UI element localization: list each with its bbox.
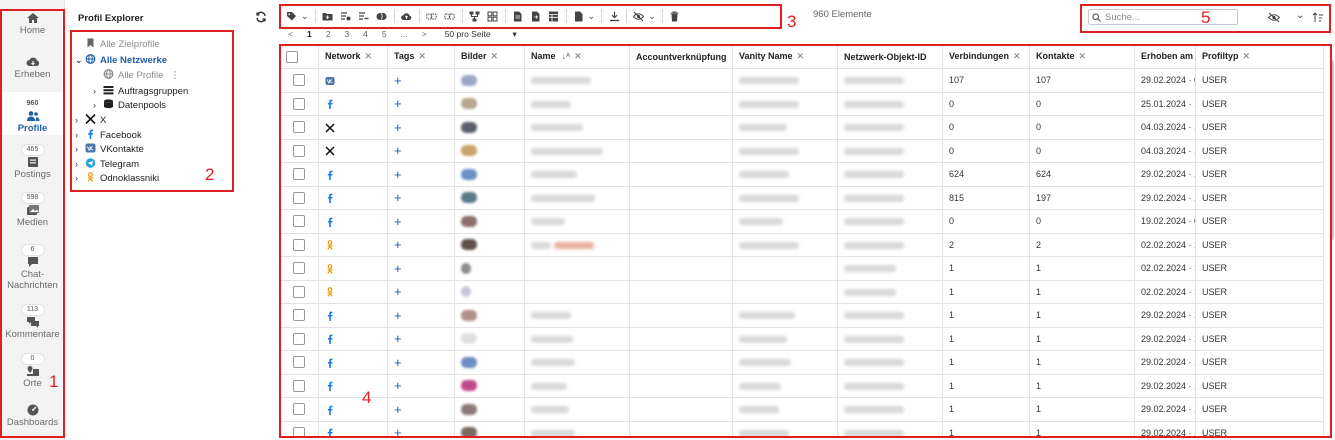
annotation-number-4: 4 — [362, 388, 372, 407]
page-1[interactable]: 1 — [307, 29, 312, 39]
annotation-box-3 — [279, 4, 782, 29]
annotation-box-4 — [279, 44, 1332, 438]
annotation-number-2: 2 — [205, 165, 215, 184]
caret-down-icon: ▾ — [512, 28, 517, 39]
page-5[interactable]: 5 — [382, 29, 387, 39]
page-2[interactable]: 2 — [326, 29, 331, 39]
annotation-number-5: 5 — [1201, 8, 1211, 27]
refresh-icon[interactable] — [255, 11, 267, 23]
pagination: < 1 2 3 4 5 ... > 50 pro Seite ▾ — [283, 28, 545, 40]
explorer-title: Profil Explorer — [78, 13, 144, 24]
page-ellipsis[interactable]: ... — [401, 29, 408, 39]
next-page-button[interactable]: > — [422, 29, 427, 39]
element-count: 960 Elemente — [813, 9, 872, 20]
prev-page-button[interactable]: < — [288, 29, 293, 39]
annotation-number-3: 3 — [787, 12, 797, 31]
page-3[interactable]: 3 — [344, 29, 349, 39]
per-page-value: 50 pro Seite — [444, 28, 491, 39]
page-4[interactable]: 4 — [363, 29, 368, 39]
annotation-number-1: 1 — [49, 372, 59, 391]
per-page-select[interactable]: 50 pro Seite ▾ — [445, 29, 531, 40]
